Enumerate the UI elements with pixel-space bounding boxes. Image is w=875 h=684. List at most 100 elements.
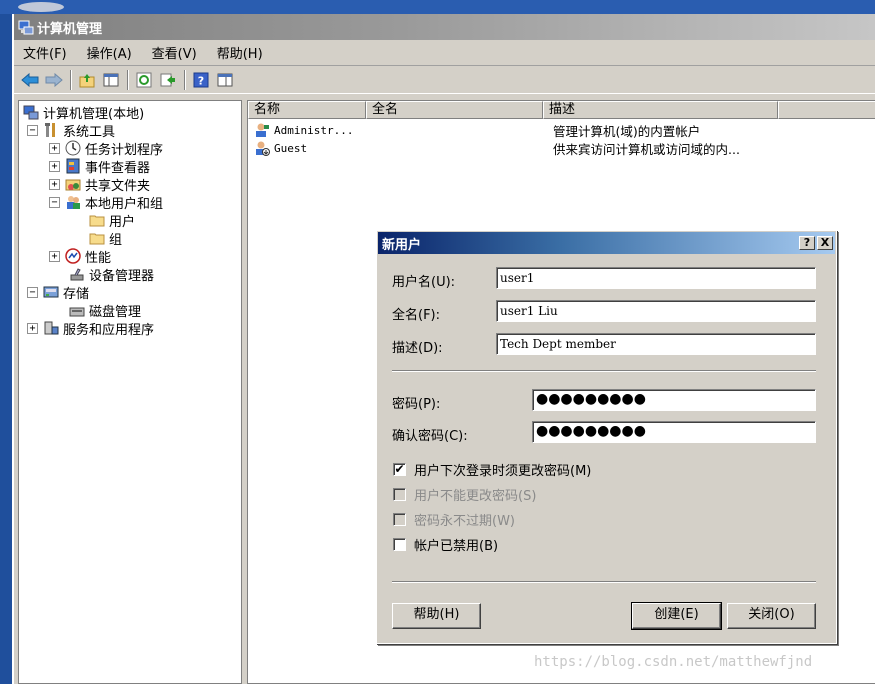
storage-icon [43, 284, 59, 300]
export-icon[interactable] [158, 70, 178, 90]
console-tree: 计算机管理(本地) − 系统工具 + 任务计划程序 + 事件查看器 + 共享文件… [18, 100, 242, 684]
forward-icon[interactable] [44, 70, 64, 90]
dialog-title: 新用户 [382, 237, 422, 253]
tree-label: 用户 [109, 210, 136, 230]
must-change-password-checkbox[interactable]: ✔ 用户下次登录时须更改密码(M) [393, 460, 592, 479]
list-header: 名称 全名 描述 [248, 101, 875, 119]
tools-icon [43, 122, 59, 138]
expand-icon[interactable]: + [27, 322, 38, 334]
username-input[interactable]: user1 [496, 267, 816, 289]
tree-item-disk-management[interactable]: 磁盘管理 [69, 301, 142, 320]
cell-name: Administr... [248, 122, 366, 138]
expand-icon[interactable]: + [49, 142, 60, 154]
user-icon [254, 122, 270, 138]
tree-item-users[interactable]: 用户 [89, 210, 136, 230]
checkbox-label: 帐户已禁用(B) [414, 538, 499, 554]
tree-label: 服务和应用程序 [63, 322, 155, 338]
menu-view[interactable]: 查看(V) [149, 41, 200, 64]
cell-description: 供来宾访问计算机或访问域的内... [553, 141, 740, 157]
tree-item-services-apps[interactable]: + 服务和应用程序 [27, 319, 155, 338]
services-icon [43, 320, 59, 336]
checkbox-box[interactable] [393, 487, 406, 501]
tree-item-shared-folders[interactable]: + 共享文件夹 [49, 175, 150, 194]
toolbar-separator [127, 69, 129, 90]
close-caption-button[interactable]: X [817, 236, 833, 250]
collapse-icon[interactable]: − [27, 286, 38, 298]
device-manager-icon [69, 266, 85, 282]
column-header-description[interactable]: 描述 [543, 101, 778, 119]
password-input[interactable]: ●●●●●●●●● [532, 389, 816, 411]
username-label: 用户名(U): [392, 275, 456, 290]
new-user-dialog: 新用户 ? X 用户名(U): user1 全名(F): user1 Liu 描… [376, 230, 837, 644]
checkbox-box[interactable] [393, 537, 406, 551]
checkbox-box[interactable] [393, 512, 406, 526]
checkbox-label: 密码永不过期(W) [414, 513, 515, 529]
toolbar: ? [14, 66, 875, 94]
fullname-label: 全名(F): [392, 308, 441, 323]
tree-label: 本地用户和组 [85, 196, 164, 212]
checkbox-label: 用户下次登录时须更改密码(M) [414, 463, 592, 479]
divider [392, 581, 816, 583]
menu-action[interactable]: 操作(A) [84, 41, 135, 64]
disabled-user-icon [254, 140, 270, 156]
description-input[interactable]: Tech Dept member [496, 333, 816, 355]
checkbox-box[interactable]: ✔ [393, 462, 406, 476]
tree-item-storage[interactable]: − 存储 [27, 283, 89, 302]
create-button[interactable]: 创建(E) [631, 602, 722, 630]
account-disabled-checkbox[interactable]: 帐户已禁用(B) [393, 535, 499, 554]
tree-label: 组 [109, 232, 123, 248]
up-folder-icon[interactable] [77, 70, 97, 90]
computer-management-icon [23, 104, 39, 120]
back-icon[interactable] [20, 70, 40, 90]
dialog-titlebar[interactable]: 新用户 ? X [378, 232, 835, 254]
folder-icon [89, 212, 105, 228]
column-header-empty [778, 101, 875, 119]
performance-icon [65, 248, 81, 264]
column-header-fullname[interactable]: 全名 [366, 101, 543, 119]
tree-item-event-viewer[interactable]: + 事件查看器 [49, 157, 151, 176]
confirm-password-input[interactable]: ●●●●●●●●● [532, 421, 816, 443]
tree-item-performance[interactable]: + 性能 [49, 247, 111, 266]
disk-icon [69, 302, 85, 318]
column-header-name[interactable]: 名称 [248, 101, 366, 119]
help-caption-button[interactable]: ? [799, 236, 815, 250]
tree-label: 设备管理器 [89, 268, 155, 284]
expand-icon[interactable]: + [49, 250, 60, 262]
properties-icon[interactable] [215, 70, 235, 90]
tree-item-task-scheduler[interactable]: + 任务计划程序 [49, 139, 163, 158]
tree-item-root[interactable]: 计算机管理(本地) [23, 103, 144, 122]
computer-management-icon [18, 19, 34, 35]
tree-item-system-tools[interactable]: − 系统工具 [27, 121, 115, 140]
tree-item-groups[interactable]: 组 [89, 229, 123, 248]
menu-file[interactable]: 文件(F) [20, 41, 70, 64]
tree-item-device-manager[interactable]: 设备管理器 [69, 265, 155, 284]
tree-label: 事件查看器 [85, 160, 151, 176]
expand-icon[interactable]: + [49, 160, 60, 172]
tree-item-local-users-groups[interactable]: − 本地用户和组 [49, 193, 164, 212]
checkbox-label: 用户不能更改密码(S) [414, 488, 537, 504]
password-never-expires-checkbox[interactable]: 密码永不过期(W) [393, 510, 515, 529]
window-titlebar[interactable]: 计算机管理 [14, 14, 875, 40]
fullname-input[interactable]: user1 Liu [496, 300, 816, 322]
clock-icon [65, 140, 81, 156]
tree-label: 磁盘管理 [89, 304, 142, 320]
menu-help[interactable]: 帮助(H) [214, 41, 266, 64]
close-button[interactable]: 关闭(O) [727, 603, 816, 629]
list-row-guest[interactable]: Guest 供来宾访问计算机或访问域的内... [248, 139, 875, 157]
cannot-change-password-checkbox[interactable]: 用户不能更改密码(S) [393, 485, 537, 504]
toolbar-separator [184, 69, 186, 90]
desktop-icon-fragment [18, 2, 64, 12]
help-button[interactable]: 帮助(H) [392, 603, 481, 629]
collapse-icon[interactable]: − [27, 124, 38, 136]
refresh-icon[interactable] [134, 70, 154, 90]
users-icon [65, 194, 81, 210]
expand-icon[interactable]: + [49, 178, 60, 190]
help-icon[interactable]: ? [191, 70, 211, 90]
collapse-icon[interactable]: − [49, 196, 60, 208]
password-label: 密码(P): [392, 397, 441, 412]
shared-folder-icon [65, 176, 81, 192]
show-tree-icon[interactable] [101, 70, 121, 90]
cell-name: Guest [248, 140, 366, 156]
list-row-administrator[interactable]: Administr... 管理计算机(域)的内置帐户 [248, 121, 875, 139]
cell-description: 管理计算机(域)的内置帐户 [553, 123, 701, 139]
